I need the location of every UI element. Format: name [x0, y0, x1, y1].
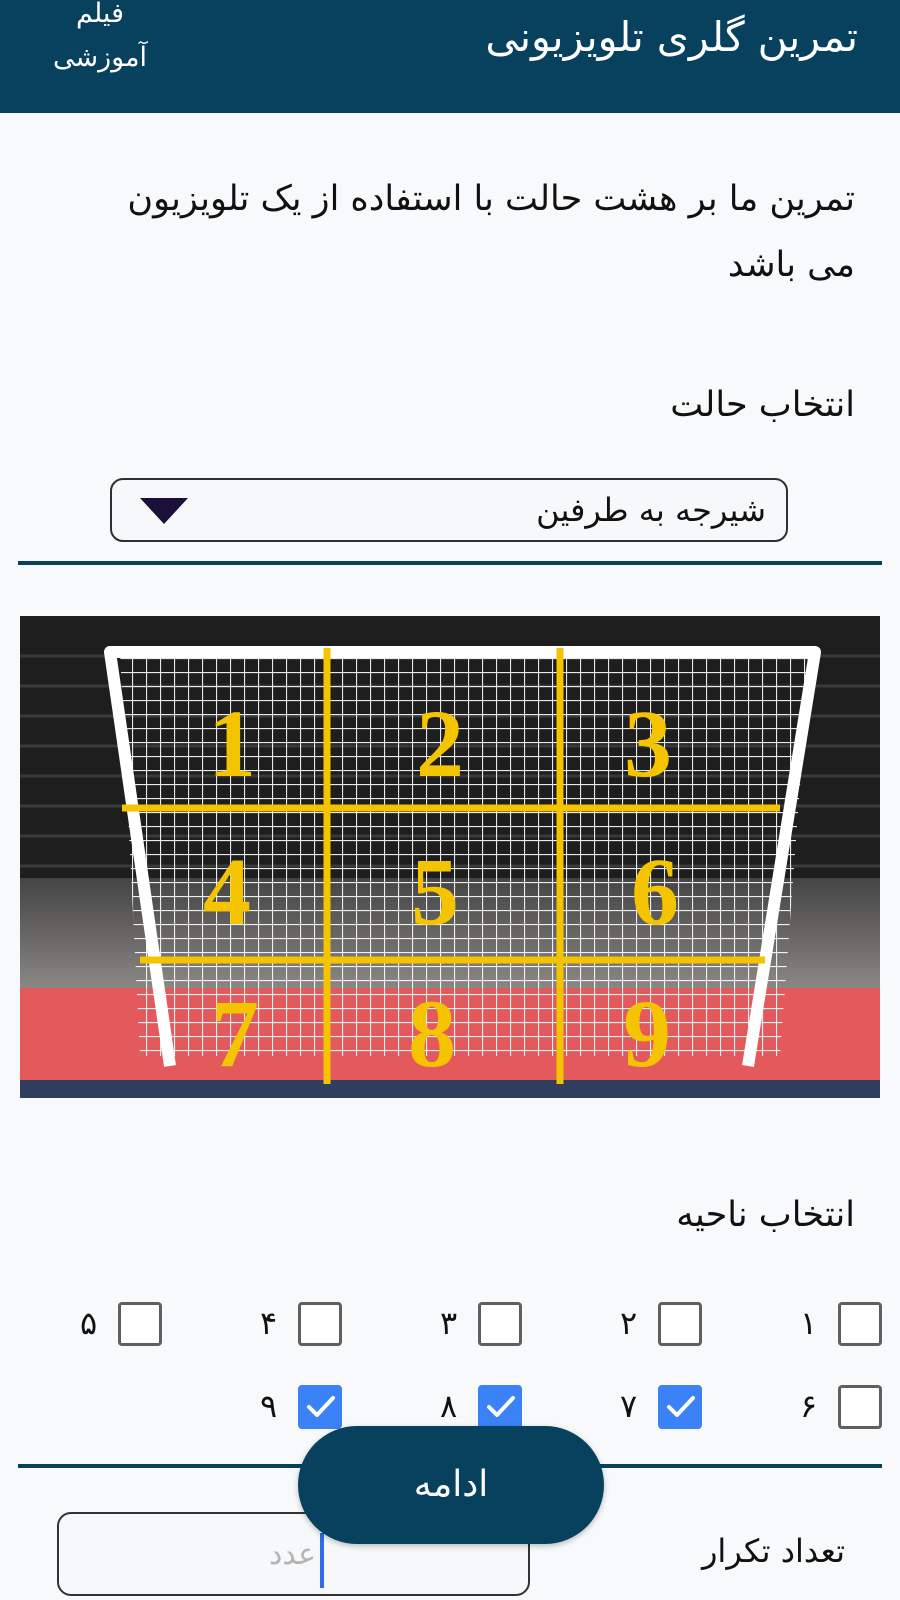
- zone-number-4: 4: [203, 838, 251, 945]
- zone-checkbox-label: ۳: [440, 1304, 458, 1342]
- zone-number-2: 2: [416, 690, 464, 797]
- zone-checkbox-4[interactable]: ۴: [248, 1300, 368, 1348]
- zone-checkbox-3[interactable]: ۳: [428, 1300, 548, 1348]
- checkbox-empty-icon[interactable]: [298, 1302, 342, 1346]
- checkmark-icon: [667, 1396, 695, 1417]
- zone-checkbox-2[interactable]: ۲: [608, 1300, 728, 1348]
- zone-number-8: 8: [408, 980, 456, 1087]
- zone-checkbox-label: ۹: [260, 1387, 278, 1425]
- zone-checkbox-label: ۸: [440, 1387, 458, 1425]
- checkmark-icon: [307, 1396, 335, 1417]
- checkbox-empty-icon[interactable]: [118, 1302, 162, 1346]
- zone-checkbox-9[interactable]: ۹: [248, 1383, 368, 1431]
- zone-checkbox-label: ۶: [800, 1387, 818, 1425]
- app-bar: تمرین گلری تلویزیونی فیلم آموزشی: [0, 0, 900, 113]
- zone-checkbox-label: ۲: [620, 1304, 638, 1342]
- zone-number-7: 7: [211, 980, 259, 1087]
- zone-checkbox-7[interactable]: ۷: [608, 1383, 728, 1431]
- mode-dropdown-value: شیرجه به طرفین: [536, 491, 766, 529]
- continue-button[interactable]: ادامه: [298, 1426, 604, 1544]
- zone-number-1: 1: [208, 690, 256, 797]
- zone-checkbox-grid: ۱ ۲ ۳ ۴ ۵ ۶ ۷ ۸ ۹: [0, 1300, 900, 1430]
- checkbox-empty-icon[interactable]: [478, 1302, 522, 1346]
- zone-checkbox-5[interactable]: ۵: [68, 1300, 188, 1348]
- mode-select-label: انتخاب حالت: [670, 385, 855, 425]
- goal-zones-image: 1 2 3 4 5 6 7 8 9: [20, 616, 880, 1098]
- checkbox-checked-icon[interactable]: [298, 1385, 342, 1429]
- zone-checkbox-8[interactable]: ۸: [428, 1383, 548, 1431]
- zone-checkbox-label: ۴: [260, 1304, 278, 1342]
- zone-number-9: 9: [623, 980, 671, 1087]
- app-title: تمرین گلری تلویزیونی: [485, 13, 858, 61]
- checkmark-icon: [487, 1396, 515, 1417]
- repeat-count-label: تعداد تکرار: [701, 1532, 845, 1570]
- checkbox-checked-icon[interactable]: [478, 1385, 522, 1429]
- zone-select-label: انتخاب ناحیه: [676, 1195, 855, 1235]
- text-caret: [320, 1533, 324, 1588]
- dropdown-arrow-icon: [140, 498, 188, 524]
- tutorial-video-label-line1: فیلم: [76, 0, 124, 29]
- zone-number-3: 3: [624, 690, 672, 797]
- zone-checkbox-label: ۱: [800, 1304, 818, 1342]
- intro-text: تمرین ما بر هشت حالت با استفاده از یک تل…: [127, 179, 855, 285]
- zone-checkbox-label: ۵: [80, 1304, 98, 1342]
- checkbox-empty-icon[interactable]: [658, 1302, 702, 1346]
- zone-checkbox-6[interactable]: ۶: [788, 1383, 900, 1431]
- checkbox-empty-icon[interactable]: [838, 1385, 882, 1429]
- zone-number-5: 5: [411, 838, 459, 945]
- zone-checkbox-label: ۷: [620, 1387, 638, 1425]
- tutorial-video-button[interactable]: فیلم آموزشی: [40, 0, 160, 80]
- divider-top: [18, 561, 882, 565]
- zone-number-6: 6: [631, 838, 679, 945]
- checkbox-empty-icon[interactable]: [838, 1302, 882, 1346]
- checkbox-checked-icon[interactable]: [658, 1385, 702, 1429]
- zone-checkbox-1[interactable]: ۱: [788, 1300, 900, 1348]
- tutorial-video-label-line2: آموزشی: [52, 42, 148, 73]
- mode-dropdown[interactable]: شیرجه به طرفین: [110, 478, 788, 542]
